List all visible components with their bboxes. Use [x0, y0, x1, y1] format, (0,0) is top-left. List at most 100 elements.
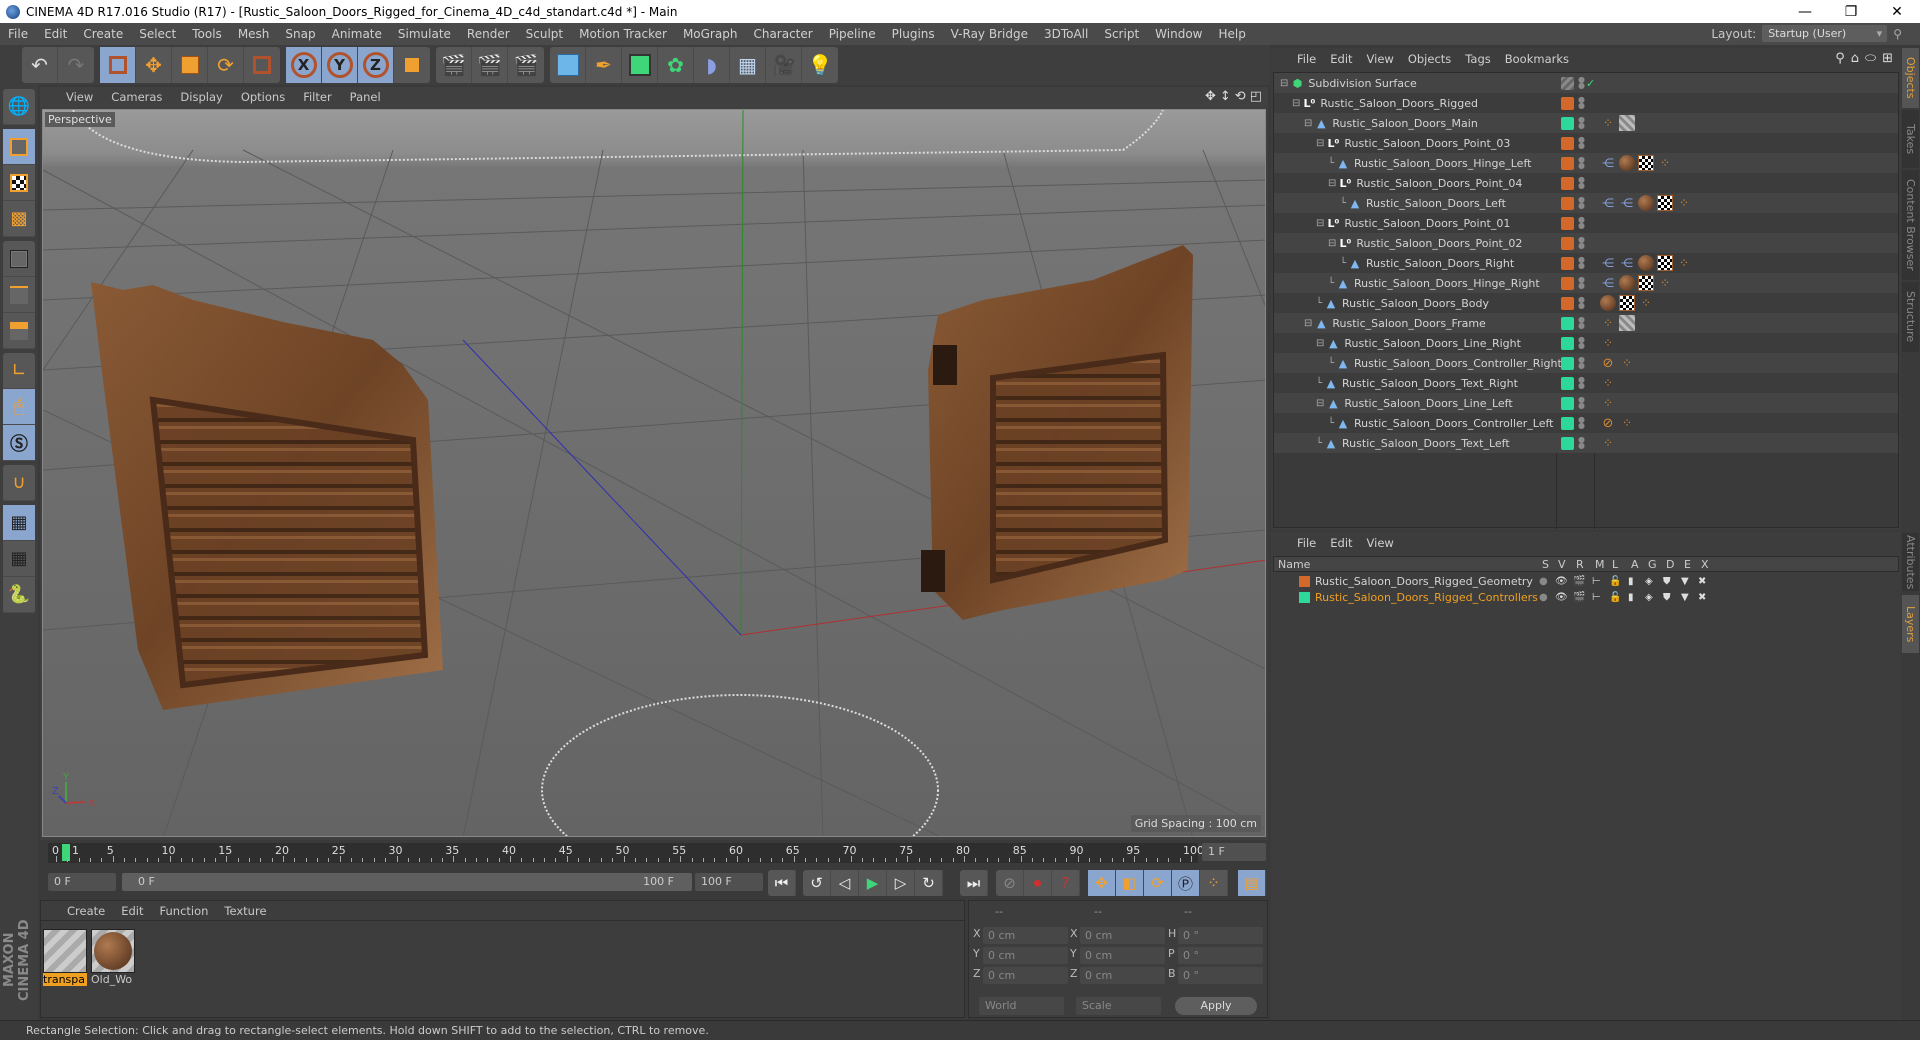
viewport-menu-display[interactable]: Display	[180, 90, 222, 104]
camera-icon[interactable]: 🎥	[766, 47, 802, 83]
close-button[interactable]: ✕	[1874, 0, 1920, 23]
object-row[interactable]: ⊟ L⁰ Rustic_Saloon_Doors_Point_03 ● ●	[1274, 133, 1898, 153]
object-menu-view[interactable]: View	[1367, 52, 1394, 66]
play-icon[interactable]: ▶	[859, 870, 887, 896]
menu-snap[interactable]: Snap	[277, 27, 323, 41]
uvw-tag-icon[interactable]	[1657, 255, 1673, 271]
side-tab-objects[interactable]: Objects	[1902, 48, 1919, 108]
material-menu-create[interactable]: Create	[67, 904, 105, 918]
menu-pipeline[interactable]: Pipeline	[821, 27, 884, 41]
view-eye-icon[interactable]: 👁	[1555, 576, 1568, 587]
layer-menu-edit[interactable]: Edit	[1330, 536, 1352, 550]
object-row[interactable]: └ ▲ Rustic_Saloon_Doors_Left ● ● ⋲ ⋲ ⁘	[1274, 193, 1898, 213]
layer-color-swatch[interactable]	[1561, 276, 1574, 290]
phong-tag-icon[interactable]: ⁘	[1676, 255, 1692, 271]
transparent-material-tag-icon[interactable]	[1619, 115, 1635, 131]
layer-column-v[interactable]: V	[1558, 558, 1566, 571]
coord-z-field[interactable]: 0 cm	[1080, 967, 1165, 984]
model-mode-icon[interactable]	[3, 129, 35, 165]
search-icon[interactable]: ⚲	[1835, 51, 1845, 66]
layer-column-r[interactable]: R	[1576, 558, 1584, 571]
view-eye-icon[interactable]: 👁	[1555, 592, 1568, 603]
phong-tag-icon[interactable]: ⁘	[1619, 355, 1635, 371]
expand-toggle-icon[interactable]: └	[1328, 358, 1334, 369]
light-icon[interactable]: 💡	[802, 47, 838, 83]
phong-tag-icon[interactable]: ⁘	[1657, 155, 1673, 171]
dolly-icon[interactable]: ↕	[1220, 89, 1231, 104]
animation-icon[interactable]: ▮	[1628, 576, 1634, 587]
live-selection-icon[interactable]	[100, 47, 136, 83]
coord-x-field[interactable]: 0 cm	[1080, 927, 1165, 944]
object-row[interactable]: └ ▲ Rustic_Saloon_Doors_Body ● ● ⁘	[1274, 293, 1898, 313]
y-axis-lock-icon[interactable]: Y	[322, 47, 358, 83]
generator-icon[interactable]: ◈	[1645, 592, 1653, 603]
scale-icon[interactable]	[172, 47, 208, 83]
visibility-toggle-icon[interactable]: ● ●	[1578, 116, 1585, 130]
object-row[interactable]: ⊟ L⁰ Rustic_Saloon_Doors_Point_01 ● ●	[1274, 213, 1898, 233]
texture-mode-icon[interactable]	[3, 165, 35, 201]
lock-icon[interactable]: 🔓	[1609, 592, 1621, 603]
visibility-toggle-icon[interactable]: ● ●	[1578, 96, 1585, 110]
layer-color-swatch[interactable]	[1561, 376, 1574, 390]
object-menu-tags[interactable]: Tags	[1465, 52, 1490, 66]
lock-workplane-icon[interactable]: ▦	[3, 505, 35, 541]
viewport-menu-cameras[interactable]: Cameras	[111, 90, 162, 104]
menu-help[interactable]: Help	[1210, 27, 1253, 41]
object-row[interactable]: └ ▲ Rustic_Saloon_Doors_Controller_Left ● ●…	[1274, 413, 1898, 433]
layer-column-d[interactable]: D	[1666, 558, 1674, 571]
menu-simulate[interactable]: Simulate	[390, 27, 459, 41]
layer-color-swatch[interactable]	[1561, 116, 1574, 130]
expression-icon[interactable]: ▼	[1681, 576, 1689, 587]
layer-color-swatch[interactable]	[1561, 416, 1574, 430]
expand-toggle-icon[interactable]: ⊟	[1304, 318, 1312, 329]
object-row[interactable]: ⊟ L⁰ Rustic_Saloon_Doors_Rigged ● ●	[1274, 93, 1898, 113]
layer-row[interactable]: Rustic_Saloon_Doors_Rigged_Geometry ● 👁 🎬 ⊢ 🔓…	[1273, 574, 1899, 589]
visibility-toggle-icon[interactable]: ● ●	[1578, 376, 1585, 390]
expand-toggle-icon[interactable]: ⊟	[1280, 78, 1288, 89]
layer-color-swatch[interactable]	[1561, 256, 1574, 270]
ik-tag-icon[interactable]: ⋲	[1600, 255, 1616, 271]
phong-tag-icon[interactable]: ⁘	[1619, 415, 1635, 431]
side-tab-structure[interactable]: Structure	[1902, 282, 1919, 352]
coord-h-field[interactable]: 0 °	[1178, 927, 1263, 944]
phong-tag-icon[interactable]: ⁘	[1600, 395, 1616, 411]
wood-material-tag-icon[interactable]	[1600, 295, 1616, 311]
axis-mode-icon[interactable]: ∟	[3, 353, 35, 389]
make-editable-icon[interactable]: 🌐	[3, 89, 35, 125]
menu-script[interactable]: Script	[1096, 27, 1147, 41]
visibility-toggle-icon[interactable]: ● ●	[1578, 156, 1585, 170]
coord-y-field[interactable]: 0 cm	[983, 947, 1068, 964]
floor-icon[interactable]: ▦	[730, 47, 766, 83]
side-tab-layers[interactable]: Layers	[1902, 595, 1919, 653]
z-axis-lock-icon[interactable]: Z	[358, 47, 394, 83]
visibility-toggle-icon[interactable]: ● ●	[1578, 356, 1585, 370]
expand-toggle-icon[interactable]: ⊟	[1328, 238, 1336, 249]
phong-tag-icon[interactable]: ⁘	[1657, 275, 1673, 291]
ik-tag-icon[interactable]: ⋲	[1619, 195, 1635, 211]
wood-material-tag-icon[interactable]	[1638, 255, 1654, 271]
goto-end-icon[interactable]: ⏭	[960, 870, 988, 896]
layout-dropdown[interactable]: Startup (User)	[1762, 25, 1888, 42]
phong-tag-icon[interactable]: ⁘	[1600, 335, 1616, 351]
keyframe-selection-icon[interactable]: ?	[1052, 870, 1080, 896]
layer-column-name[interactable]: Name	[1278, 558, 1310, 571]
object-row[interactable]: └ ▲ Rustic_Saloon_Doors_Text_Right ● ● ⁘	[1274, 373, 1898, 393]
auto-keying-icon[interactable]: ⏺	[1024, 870, 1052, 896]
move-icon[interactable]: ✥	[136, 47, 172, 83]
expand-toggle-icon[interactable]: └	[1328, 278, 1334, 289]
visibility-toggle-icon[interactable]: ● ●	[1578, 136, 1585, 150]
expand-toggle-icon[interactable]: ⊟	[1292, 98, 1300, 109]
object-menu-edit[interactable]: Edit	[1330, 52, 1352, 66]
viewport-menu-view[interactable]: View	[66, 90, 93, 104]
layer-color-swatch[interactable]	[1561, 336, 1574, 350]
layer-column-e[interactable]: E	[1684, 558, 1691, 571]
visibility-toggle-icon[interactable]: ● ●	[1578, 416, 1585, 430]
phong-tag-icon[interactable]: ⁘	[1600, 435, 1616, 451]
phong-tag-icon[interactable]: ⁘	[1638, 295, 1654, 311]
expand-toggle-icon[interactable]: ⊟	[1304, 118, 1312, 129]
expression-icon[interactable]: ▼	[1681, 592, 1689, 603]
restore-button[interactable]: ❐	[1828, 0, 1874, 23]
visibility-toggle-icon[interactable]: ● ●	[1578, 336, 1585, 350]
visibility-toggle-icon[interactable]: ● ●	[1578, 196, 1585, 210]
layer-color-swatch[interactable]	[1561, 96, 1574, 110]
